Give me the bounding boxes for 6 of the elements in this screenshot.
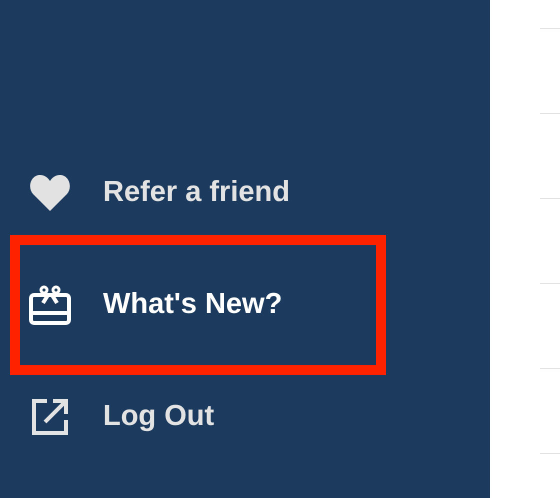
menu-item[interactable]: Log Out (10, 375, 386, 459)
menu-item[interactable]: What's New? (10, 235, 386, 375)
external-link-icon (30, 398, 68, 436)
menu-item[interactable]: Refer a friend (10, 151, 386, 235)
heart-icon (28, 174, 70, 212)
gift-icon (28, 285, 70, 325)
